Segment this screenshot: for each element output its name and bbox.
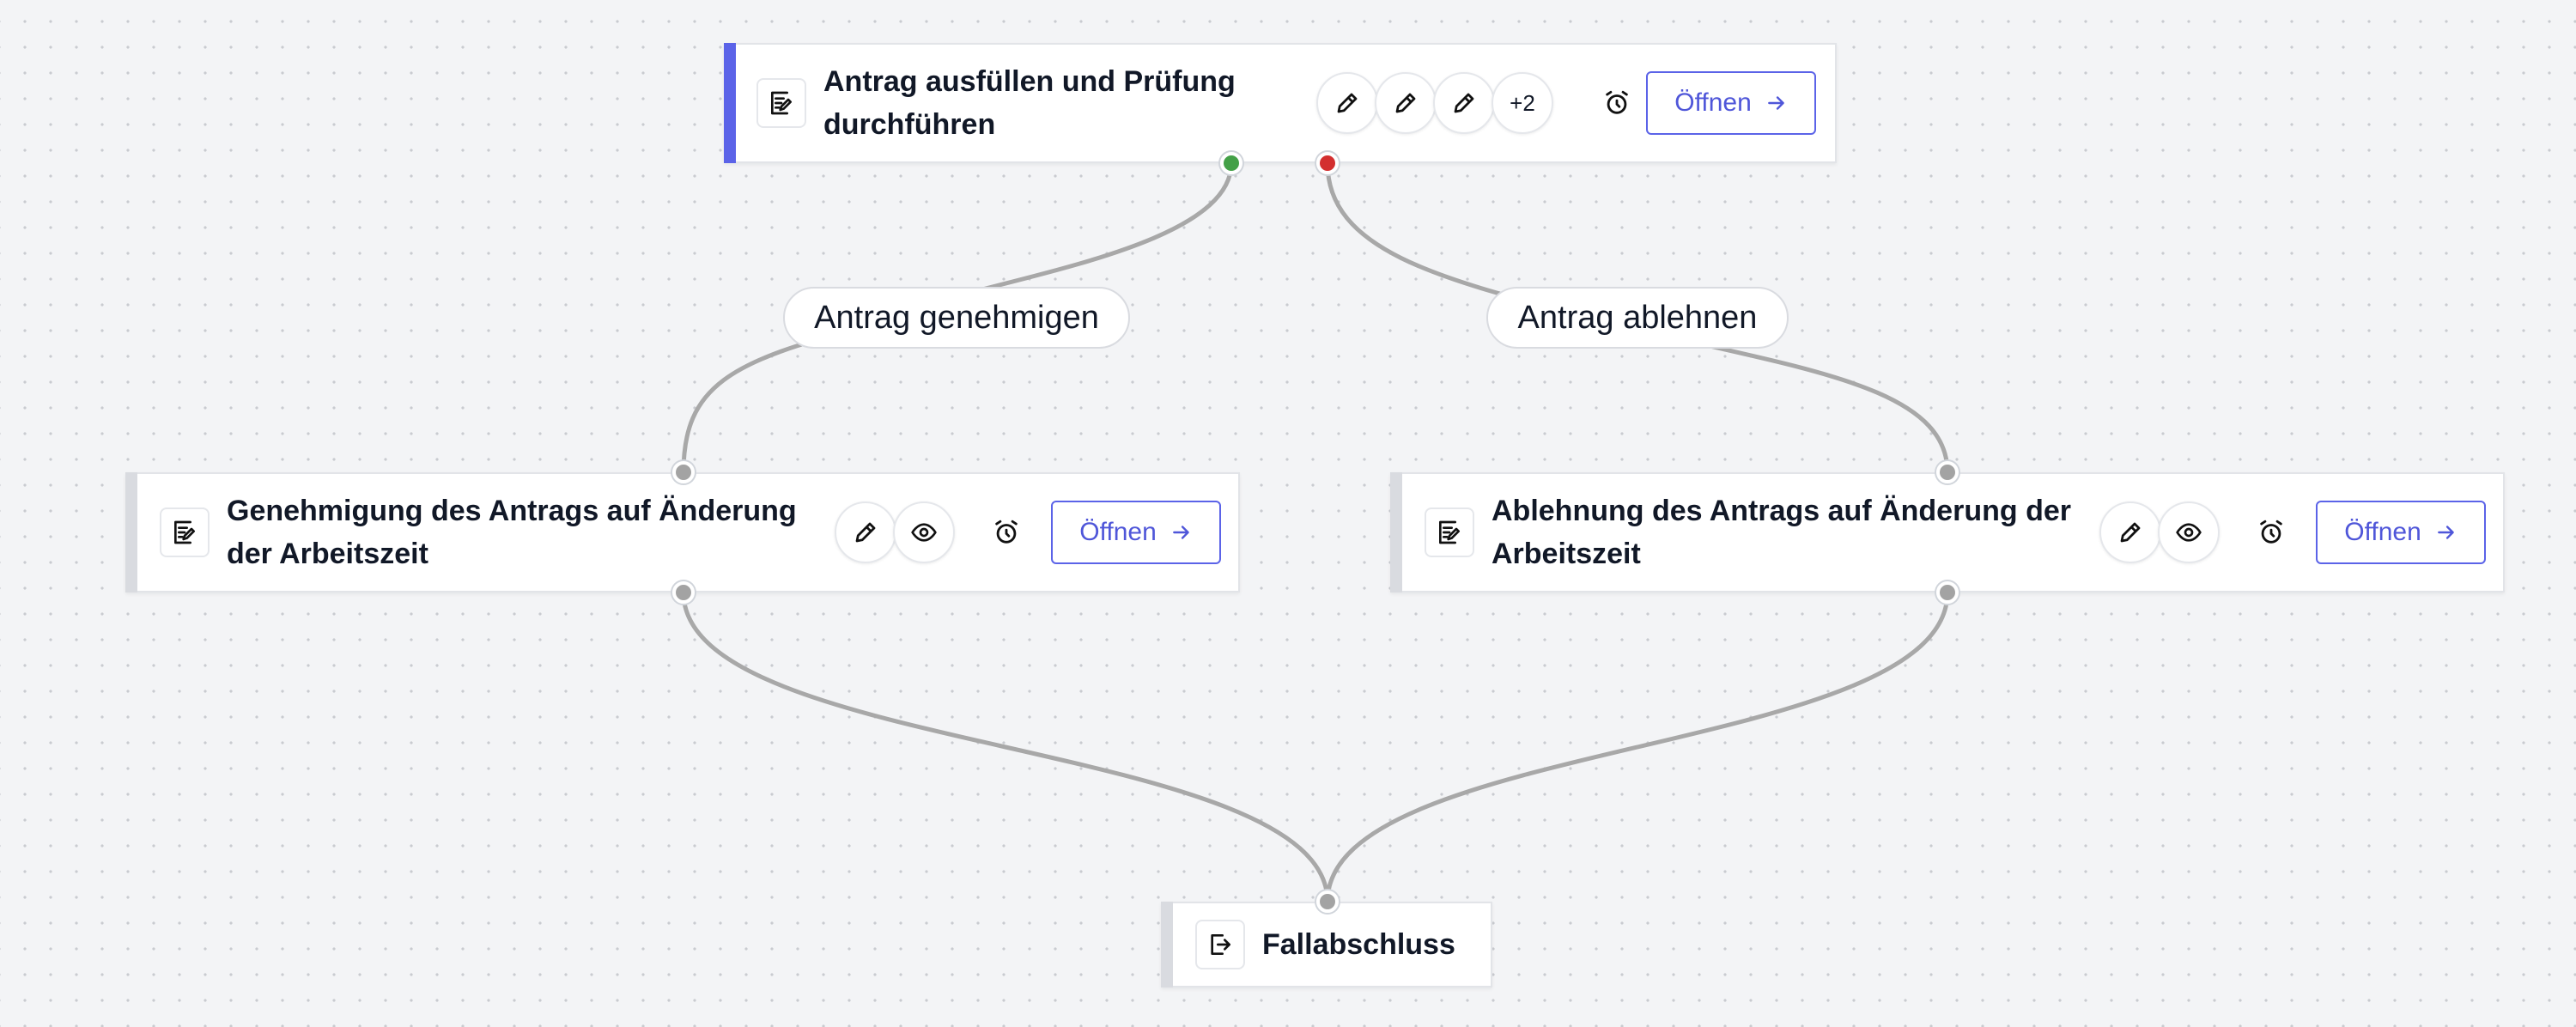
workflow-canvas[interactable]: Antrag genehmigen Antrag ablehnen Antrag… [0,0,2576,1027]
arrow-right-icon [2437,526,2454,539]
open-button[interactable]: Öffnen [2316,501,2486,564]
open-button-label: Öffnen [1079,518,1157,546]
pencil-icon[interactable] [1375,72,1437,134]
alarm-clock-icon[interactable] [989,515,1024,550]
open-button[interactable]: Öffnen [1051,501,1221,564]
form-edit-icon [756,78,806,128]
handle-failure[interactable] [1316,152,1339,174]
handle-approval-out[interactable] [672,581,695,604]
more-assignees-badge[interactable]: +2 [1492,72,1553,134]
node-accent-bar [1161,902,1173,988]
open-button-label: Öffnen [2344,518,2421,546]
open-button-label: Öffnen [1674,88,1752,117]
node-accent-bar [724,43,736,163]
edge-label-reject[interactable]: Antrag ablehnen [1486,287,1789,349]
form-edit-icon [1425,507,1474,557]
pencil-icon[interactable] [835,501,896,563]
pencil-icon[interactable] [1316,72,1378,134]
node-title: Genehmigung des Antrags auf Änderung der… [227,495,797,570]
form-edit-icon [160,507,210,557]
alarm-clock-icon[interactable] [1600,86,1634,120]
eye-icon[interactable] [893,501,955,563]
node-accent-bar [1390,472,1402,592]
arrow-right-icon [1172,526,1189,539]
exit-icon [1195,920,1245,969]
pencil-icon[interactable] [1433,72,1495,134]
handle-approval-in[interactable] [672,461,695,483]
node-title: Ablehnung des Antrags auf Änderung der A… [1492,495,2071,570]
node-title: Antrag ausfüllen und Prüfung durchführen [823,65,1236,141]
node-approval[interactable]: Genehmigung des Antrags auf Änderung der… [125,472,1240,592]
pencil-icon[interactable] [2099,501,2161,563]
node-rejection[interactable]: Ablehnung des Antrags auf Änderung der A… [1390,472,2505,592]
arrow-right-icon [1767,96,1784,110]
node-title: Fallabschluss [1262,928,1455,961]
edge-label-approve[interactable]: Antrag genehmigen [783,287,1130,349]
handle-rejection-in[interactable] [1936,461,1959,483]
handle-rejection-out[interactable] [1936,581,1959,604]
node-accent-bar [125,472,137,592]
handle-case-close-in[interactable] [1316,890,1339,913]
node-fill-and-review[interactable]: Antrag ausfüllen und Prüfung durchführen… [724,43,1837,163]
node-case-close[interactable]: Fallabschluss [1161,902,1492,988]
edge-approval-to-close [681,590,1330,904]
handle-success[interactable] [1220,152,1242,174]
alarm-clock-icon[interactable] [2254,515,2288,550]
open-button[interactable]: Öffnen [1646,71,1816,135]
edge-rejection-to-close [1325,590,1950,904]
eye-icon[interactable] [2158,501,2220,563]
